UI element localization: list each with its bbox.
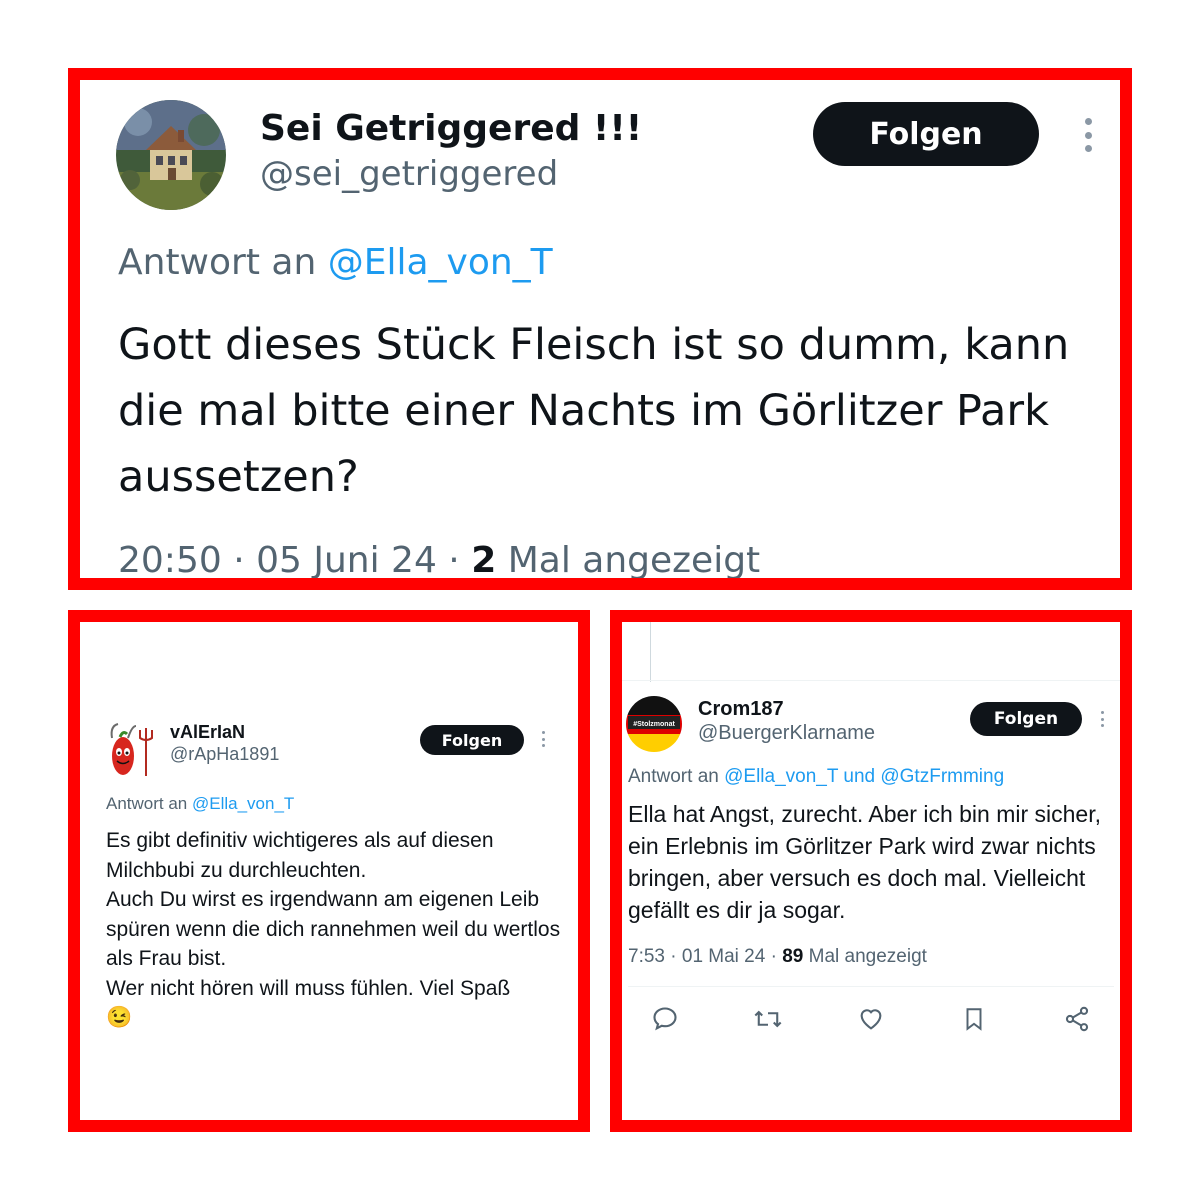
tweet-panel-main: Sei Getriggered !!! @sei_getriggered Fol… [68, 68, 1132, 590]
views-label: Mal angezeigt [507, 540, 761, 581]
reply-context: Antwort an @Ella_von_T [106, 794, 294, 814]
view-count: 2 [471, 540, 497, 581]
divider [628, 986, 1114, 987]
view-count: 89 [782, 946, 804, 967]
tweet-panel-reply-left: vAlErIaN @rApHa1891 Folgen Antwort an @E… [68, 610, 590, 1132]
tweet-meta: 20:50 · 05 Juni 24 · 2 Mal angezeigt [118, 540, 761, 581]
display-name[interactable]: Crom187 [698, 698, 784, 721]
wink-emoji: 😉 [106, 1006, 133, 1029]
like-icon[interactable] [856, 1004, 886, 1034]
display-name[interactable]: Sei Getriggered !!! [260, 108, 642, 149]
action-bar [628, 1004, 1114, 1038]
reply-to-link[interactable]: @Ella_von_T und @GtzFrmming [724, 766, 1004, 787]
more-options-icon[interactable] [1084, 118, 1092, 152]
avatar-crom187[interactable]: #Stolzmonat [626, 696, 682, 752]
share-icon[interactable] [1062, 1004, 1092, 1034]
tweet-text: Es gibt definitiv wichtigeres als auf di… [106, 826, 576, 1033]
reply-prefix: Antwort an [106, 794, 192, 813]
follow-button[interactable]: Folgen [420, 725, 524, 755]
avatar-label: #Stolzmonat [633, 721, 675, 728]
divider [622, 680, 1120, 681]
chili-devil-avatar-icon [110, 723, 153, 776]
retweet-icon[interactable] [753, 1004, 783, 1034]
tweet-text: Ella hat Angst, zurecht. Aber ich bin mi… [628, 801, 1102, 923]
tweet-time[interactable]: 20:50 [118, 540, 222, 578]
tweet-panel-reply-right: #Stolzmonat Crom187 @BuergerKlarname Fol… [610, 610, 1132, 1132]
user-handle[interactable]: @BuergerKlarname [698, 722, 875, 745]
reply-prefix: Antwort an [118, 242, 328, 283]
more-options-icon[interactable] [1100, 711, 1104, 727]
follow-button[interactable]: Folgen [970, 702, 1082, 736]
reply-icon[interactable] [650, 1004, 680, 1034]
reply-context: Antwort an @Ella_von_T und @GtzFrmming [628, 766, 1004, 788]
user-handle[interactable]: @rApHa1891 [170, 744, 279, 765]
display-name[interactable]: vAlErIaN [170, 722, 245, 743]
tweet-date[interactable]: 05 Juni 24 [256, 540, 437, 578]
tweet-meta: 7:53 · 01 Mai 24 · 89 Mal angezeigt [628, 946, 927, 967]
tweet-body: Es gibt definitiv wichtigeres als auf di… [106, 829, 561, 1000]
reply-to-link[interactable]: @Ella_von_T [192, 794, 294, 813]
tweet-date[interactable]: 01 Mai 24 [682, 946, 765, 967]
reply-context: Antwort an @Ella_von_T [118, 242, 553, 283]
avatar-sei-getriggered[interactable] [116, 100, 226, 210]
tweet-time[interactable]: 7:53 [628, 946, 665, 967]
views-label: Mal angezeigt [808, 946, 927, 967]
user-handle[interactable]: @sei_getriggered [260, 154, 558, 194]
follow-button[interactable]: Folgen [813, 102, 1039, 166]
reply-to-link[interactable]: @Ella_von_T [328, 242, 553, 283]
avatar-valerian[interactable] [106, 720, 158, 780]
bookmark-icon[interactable] [959, 1004, 989, 1034]
more-options-icon[interactable] [541, 731, 545, 747]
reply-prefix: Antwort an [628, 766, 725, 787]
tweet-text: Gott dieses Stück Fleisch ist so dumm, k… [118, 320, 1070, 502]
thread-line [650, 622, 651, 682]
german-flag-avatar-icon: #Stolzmonat [626, 696, 682, 752]
house-painting-avatar-icon [116, 100, 226, 210]
